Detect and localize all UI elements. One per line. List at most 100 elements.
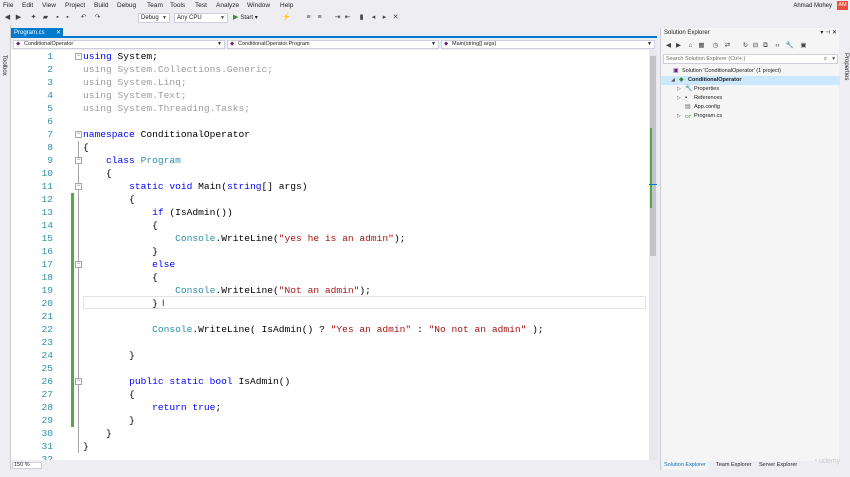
code-line[interactable]: 22 Console.WriteLine( IsAdmin() ? "Yes a… (11, 323, 649, 336)
code-line[interactable]: 13 if (IsAdmin()) (11, 206, 649, 219)
code-line[interactable]: 25 (11, 362, 649, 375)
back-icon[interactable]: ◀ (3, 13, 12, 22)
code-line[interactable]: 18 { (11, 271, 649, 284)
toolbox-tab[interactable]: Toolbox (1, 55, 7, 76)
code-line[interactable]: 31} (11, 440, 649, 453)
browser-link-icon[interactable]: ⚡ (282, 13, 291, 22)
pending-changes-icon[interactable]: ◷ (711, 41, 720, 50)
menu-build[interactable]: Build (94, 2, 108, 9)
code-line[interactable]: 5 using System.Threading.Tasks; (11, 102, 649, 115)
menu-team[interactable]: Team (147, 2, 163, 9)
code-line[interactable]: 3 using System.Linq; (11, 76, 649, 89)
code-line[interactable]: 9 class Program (11, 154, 649, 167)
code-line[interactable]: 19 Console.WriteLine("Not an admin"); (11, 284, 649, 297)
clear-bookmarks-icon[interactable]: ✕ (391, 13, 400, 22)
expand-icon[interactable]: ▷ (677, 85, 681, 94)
close-icon[interactable]: ✕ (56, 28, 61, 38)
avatar[interactable]: AM (837, 1, 848, 10)
preview-icon[interactable]: ▣ (799, 41, 808, 50)
solution-explorer-search-input[interactable]: Search Solution Explorer (Ctrl+;) ⌕ ▾ (663, 54, 838, 64)
menu-test[interactable]: Test (195, 2, 207, 9)
code-line[interactable]: 21 (11, 310, 649, 323)
indent-icon[interactable]: ⇥ (333, 13, 342, 22)
code-line[interactable]: 4 using System.Text; (11, 89, 649, 102)
user-name[interactable]: Ahmad Mohey (793, 3, 832, 9)
menu-analyze[interactable]: Analyze (216, 2, 239, 9)
refresh-icon[interactable]: ↻ (741, 41, 750, 50)
code-line[interactable]: 23 (11, 336, 649, 349)
open-folder-icon[interactable]: ▰ (41, 13, 50, 22)
code-line[interactable]: 14 { (11, 219, 649, 232)
search-icon[interactable]: ⌕ (824, 55, 827, 63)
comment-icon[interactable]: ≡ (304, 13, 313, 22)
tree-item[interactable]: ▣ Solution 'ConditionalOperator' (1 proje… (661, 67, 840, 76)
prev-bookmark-icon[interactable]: ◂ (369, 13, 378, 22)
solution-configuration-select[interactable]: Debug ▼ (138, 13, 170, 23)
tree-item[interactable]: ▷ 🔧 Properties (661, 85, 840, 94)
chevron-down-icon[interactable]: ▾ (832, 55, 835, 63)
outdent-icon[interactable]: ⇤ (343, 13, 352, 22)
expanded-icon[interactable]: ◢ (671, 76, 675, 85)
tab-server-explorer[interactable]: Server Explorer (757, 461, 799, 470)
collapse-all-icon[interactable]: ⊟ (751, 41, 760, 50)
code-line[interactable]: 2 using System.Collections.Generic; (11, 63, 649, 76)
code-line[interactable]: 26 public static bool IsAdmin() (11, 375, 649, 388)
expand-icon[interactable]: ▷ (677, 94, 681, 103)
code-line[interactable]: 7 namespace ConditionalOperator (11, 128, 649, 141)
menu-file[interactable]: File (3, 2, 13, 9)
code-line[interactable]: 15 Console.WriteLine("yes he is an admin… (11, 232, 649, 245)
forward-icon[interactable]: ▶ (14, 13, 23, 22)
tab-program-cs[interactable]: Program.cs ✕ (11, 28, 63, 38)
project-nav-select[interactable]: ◆ ConditionalOperator ▼ (13, 40, 225, 49)
pin-icon[interactable]: ▾ ⊣ ✕ (820, 28, 837, 39)
menu-debug[interactable]: Debug (117, 2, 136, 9)
code-line[interactable]: 1 using System; (11, 50, 649, 63)
new-project-icon[interactable]: ✦ (29, 13, 38, 22)
save-all-icon[interactable]: ▪ (63, 13, 72, 22)
tree-item[interactable]: ▷ ▪ References (661, 94, 840, 103)
home-icon[interactable]: ⌂ (686, 41, 695, 50)
properties-tab[interactable]: Properties (843, 53, 849, 80)
menu-project[interactable]: Project (65, 2, 85, 9)
code-line[interactable]: 20 } (11, 297, 649, 310)
menu-help[interactable]: Help (280, 2, 293, 9)
code-line[interactable]: 29 } (11, 414, 649, 427)
back-icon[interactable]: ◀ (664, 41, 673, 50)
zoom-select[interactable]: 150 % (12, 462, 42, 469)
member-nav-select[interactable]: ◆ Main(string[] args) ▼ (441, 40, 655, 49)
code-line[interactable]: 32 (11, 453, 649, 460)
expand-icon[interactable]: ▷ (677, 112, 681, 121)
menu-edit[interactable]: Edit (22, 2, 33, 9)
forward-icon[interactable]: ▶ (674, 41, 683, 50)
class-nav-select[interactable]: ◆ ConditionalOperator.Program ▼ (227, 40, 439, 49)
code-line[interactable]: 10 { (11, 167, 649, 180)
code-line[interactable]: 16 } (11, 245, 649, 258)
menu-window[interactable]: Window (247, 2, 270, 9)
editor-vertical-scrollbar[interactable] (649, 50, 657, 460)
code-line[interactable]: 6 (11, 115, 649, 128)
code-line[interactable]: 27 { (11, 388, 649, 401)
code-editor[interactable]: − − − − − − 1 using System; 2 using System.… (11, 50, 649, 460)
menu-view[interactable]: View (42, 2, 56, 9)
menu-tools[interactable]: Tools (170, 2, 185, 9)
tree-item[interactable]: ◢ ◆ ConditionalOperator (661, 76, 840, 85)
switch-views-icon[interactable]: ▦ (697, 41, 706, 50)
redo-icon[interactable]: ↷ (93, 13, 102, 22)
code-line[interactable]: 28 return true; (11, 401, 649, 414)
start-debugging-button[interactable]: ▶ Start ▾ (233, 13, 258, 23)
show-all-files-icon[interactable]: ⧉ (761, 41, 770, 50)
properties-icon[interactable]: 🔧 (785, 41, 794, 50)
uncomment-icon[interactable]: ≡ (315, 13, 324, 22)
view-code-icon[interactable]: ‹› (773, 41, 782, 50)
tab-solution-explorer[interactable]: Solution Explorer (662, 461, 708, 470)
next-bookmark-icon[interactable]: ▸ (380, 13, 389, 22)
code-line[interactable]: 17 else (11, 258, 649, 271)
tab-team-explorer[interactable]: Team Explorer (714, 461, 753, 470)
bookmark-icon[interactable]: ▮ (357, 13, 366, 22)
solution-platform-select[interactable]: Any CPU ▼ (174, 13, 228, 23)
undo-icon[interactable]: ↶ (79, 13, 88, 22)
tree-item[interactable]: ▤ App.config (661, 103, 840, 112)
code-line[interactable]: 24 } (11, 349, 649, 362)
save-icon[interactable]: ▪ (53, 13, 62, 22)
code-line[interactable]: 11 static void Main(string[] args) (11, 180, 649, 193)
